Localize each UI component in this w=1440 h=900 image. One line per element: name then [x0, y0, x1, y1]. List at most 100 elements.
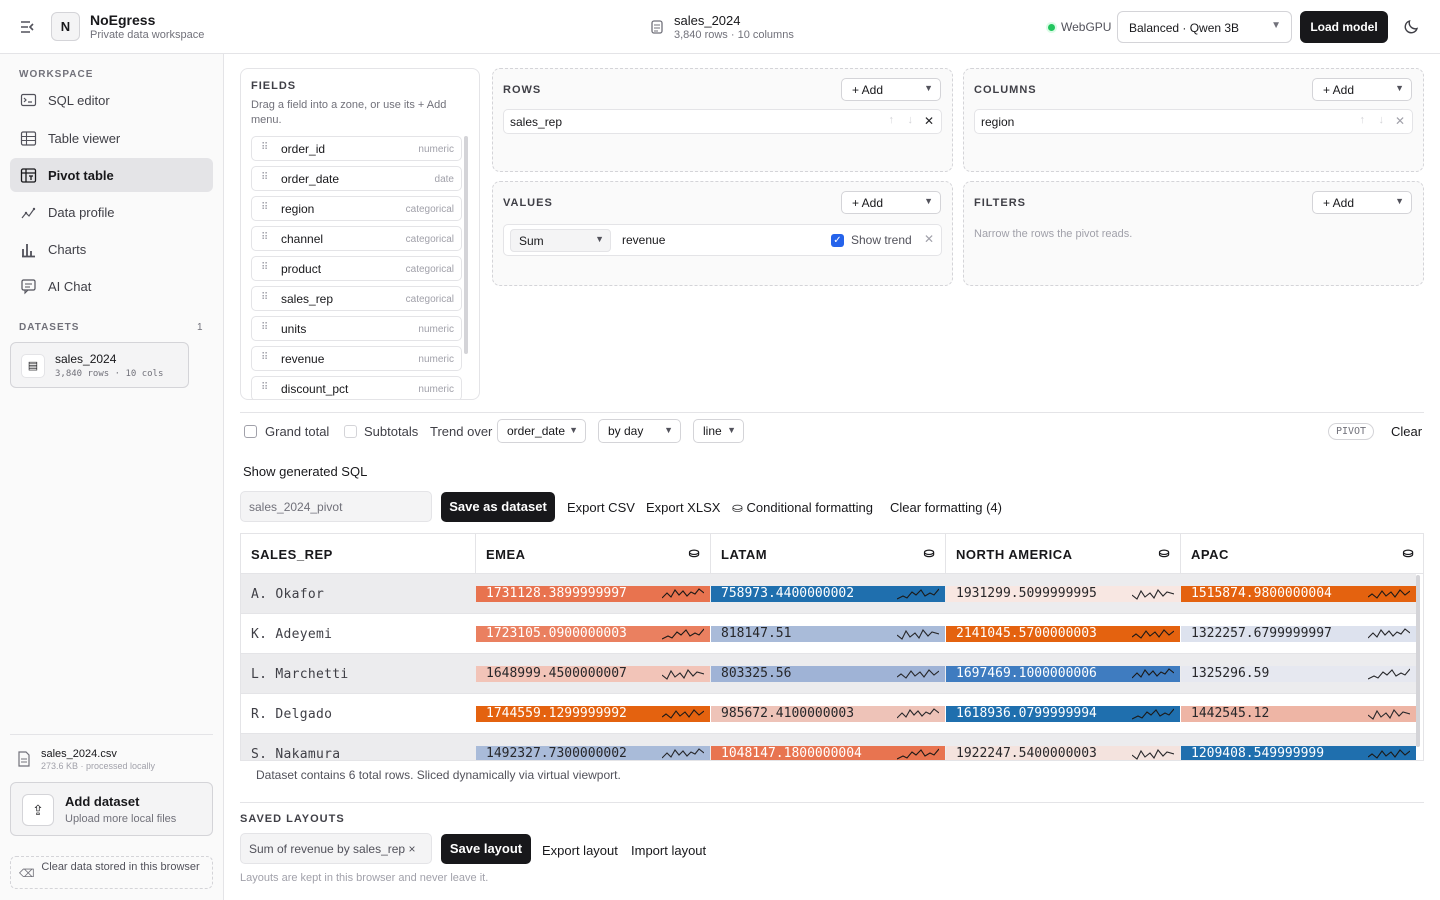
paint-bucket-icon: ⛀ — [732, 500, 743, 515]
layout-chip[interactable]: Sum of revenue by sales_rep × — [240, 833, 432, 864]
pivot-cell[interactable]: 1618936.0799999994 — [946, 706, 1180, 722]
field-sales-rep[interactable]: ⠿ sales_rep categorical — [251, 286, 462, 311]
clear-formatting-button[interactable]: Clear formatting (4) — [890, 500, 1002, 515]
show-sql-toggle[interactable]: Show generated SQL — [243, 464, 367, 479]
table-row: R. Delgado 1744559.1299999992 985672.41000… — [241, 694, 1416, 734]
pivot-cell[interactable]: 1325296.59 — [1181, 666, 1416, 682]
pivot-cell[interactable]: 2141045.5700000003 — [946, 626, 1180, 642]
export-xlsx-button[interactable]: Export XLSX — [646, 500, 720, 515]
subtotals-checkbox[interactable] — [344, 425, 357, 438]
pivot-cell[interactable]: 1723105.0900000003 — [476, 626, 710, 642]
field-order-id[interactable]: ⠿ order_id numeric — [251, 136, 462, 161]
drag-handle-icon[interactable]: ⠿ — [261, 262, 268, 273]
field-channel[interactable]: ⠿ channel categorical — [251, 226, 462, 251]
move-down-icon[interactable]: ↓ — [1379, 114, 1385, 126]
save-as-dataset-button[interactable]: Save as dataset — [441, 492, 555, 522]
pivot-cell[interactable]: 1931299.5099999995 — [946, 586, 1180, 602]
drag-handle-icon[interactable]: ⠿ — [261, 382, 268, 393]
paint-bucket-icon[interactable]: ⛀ — [689, 545, 700, 561]
pivot-cell[interactable]: 818147.51 — [711, 626, 945, 642]
clear-storage-button[interactable]: ⌫ Clear data stored in this browser — [10, 856, 213, 889]
paint-bucket-icon[interactable]: ⛀ — [924, 545, 935, 561]
drag-handle-icon[interactable]: ⠿ — [261, 292, 268, 303]
drag-handle-icon[interactable]: ⠿ — [261, 142, 268, 153]
field-order-date[interactable]: ⠿ order_date date — [251, 166, 462, 191]
pivot-cell[interactable]: 985672.4100000003 — [711, 706, 945, 722]
close-icon[interactable]: × — [408, 842, 415, 856]
filters-zone[interactable]: FILTERS + Add ▼ Narrow the rows the pivot… — [963, 181, 1424, 286]
pivot-cell[interactable]: 1922247.5400000003 — [946, 746, 1180, 760]
move-up-icon[interactable]: ↑ — [889, 114, 895, 126]
sidebar-item-pivot-table[interactable]: Pivot table — [10, 158, 213, 192]
cell-value: 1648999.4500000007 — [486, 666, 627, 681]
sidebar-toggle-icon[interactable] — [18, 18, 38, 36]
field-revenue[interactable]: ⠿ revenue numeric — [251, 346, 462, 371]
sidebar-item-table-viewer[interactable]: Table viewer — [10, 121, 213, 155]
field-product[interactable]: ⠿ product categorical — [251, 256, 462, 281]
trend-style-select[interactable]: line ▼ — [693, 419, 744, 443]
pivot-cell[interactable]: 1048147.1800000004 — [711, 746, 945, 760]
pivot-cell[interactable]: 803325.56 — [711, 666, 945, 682]
drag-handle-icon[interactable]: ⠿ — [261, 172, 268, 183]
columns-chip-region[interactable]: region ↑ ↓ ✕ — [974, 109, 1413, 134]
sidebar-item-charts[interactable]: Charts — [10, 232, 213, 266]
import-layout-button[interactable]: Import layout — [631, 843, 706, 858]
pivot-cell[interactable]: 1492327.7300000002 — [476, 746, 710, 760]
add-dataset-button[interactable]: ⇪ Add dataset Upload more local files — [10, 782, 213, 836]
remove-icon[interactable]: ✕ — [924, 232, 934, 246]
remove-icon[interactable]: ✕ — [1395, 114, 1405, 128]
sparkline-icon — [897, 708, 939, 719]
pivot-cell[interactable]: 1322257.6799999997 — [1181, 626, 1416, 642]
move-down-icon[interactable]: ↓ — [908, 114, 914, 126]
pivot-cell[interactable]: 1209408.549999999 — [1181, 746, 1416, 760]
aggregation-select[interactable]: Sum ▼ — [510, 229, 611, 252]
drag-handle-icon[interactable]: ⠿ — [261, 352, 268, 363]
table-scrollbar[interactable] — [1416, 575, 1420, 747]
drag-handle-icon[interactable]: ⠿ — [261, 232, 268, 243]
conditional-formatting-button[interactable]: ⛀ Conditional formatting — [732, 500, 873, 516]
export-csv-button[interactable]: Export CSV — [567, 500, 635, 515]
field-discount-pct[interactable]: ⠿ discount_pct numeric — [251, 376, 462, 399]
rows-add-button[interactable]: + Add ▼ — [841, 78, 941, 101]
drag-handle-icon[interactable]: ⠿ — [261, 202, 268, 213]
values-chip-revenue[interactable]: Sum ▼ revenue ✓ Show trend ✕ — [503, 224, 942, 256]
load-model-button[interactable]: Load model — [1300, 11, 1388, 43]
model-select[interactable]: Balanced · Qwen 3B ▼ — [1117, 11, 1292, 43]
pivot-cell[interactable]: 1648999.4500000007 — [476, 666, 710, 682]
cell-value: 1744559.1299999992 — [486, 706, 627, 721]
field-units[interactable]: ⠿ units numeric — [251, 316, 462, 341]
values-add-button[interactable]: + Add ▼ — [841, 191, 941, 214]
fields-scrollbar[interactable] — [464, 136, 468, 354]
save-layout-button[interactable]: Save layout — [441, 834, 531, 864]
pivot-cell[interactable]: 1515874.9800000004 — [1181, 586, 1416, 602]
show-trend-checkbox[interactable]: ✓ — [831, 234, 844, 247]
pivot-cell[interactable]: 1744559.1299999992 — [476, 706, 710, 722]
clear-pivot-button[interactable]: Clear — [1391, 424, 1422, 439]
field-region[interactable]: ⠿ region categorical — [251, 196, 462, 221]
dataset-name-input[interactable]: sales_2024_pivot — [240, 491, 432, 522]
values-zone[interactable]: VALUES + Add ▼ Sum ▼ revenue ✓ Show trend … — [492, 181, 953, 286]
drag-handle-icon[interactable]: ⠿ — [261, 322, 268, 333]
paint-bucket-icon[interactable]: ⛀ — [1403, 545, 1414, 561]
move-up-icon[interactable]: ↑ — [1360, 114, 1366, 126]
paint-bucket-icon[interactable]: ⛀ — [1159, 545, 1170, 561]
rows-zone[interactable]: ROWS + Add ▼ sales_rep ↑ ↓ ✕ — [492, 68, 953, 172]
grand-total-checkbox[interactable] — [244, 425, 257, 438]
pivot-cell[interactable]: 1697469.1000000006 — [946, 666, 1180, 682]
pivot-cell[interactable]: 1731128.3899999997 — [476, 586, 710, 602]
sidebar-item-ai-chat[interactable]: AI Chat — [10, 269, 213, 303]
sidebar-item-sql-editor[interactable]: SQL editor — [10, 83, 213, 117]
trend-field-select[interactable]: order_date ▼ — [497, 419, 586, 443]
rows-chip-sales-rep[interactable]: sales_rep ↑ ↓ ✕ — [503, 109, 942, 134]
export-layout-button[interactable]: Export layout — [542, 843, 618, 858]
theme-toggle-icon[interactable] — [1403, 17, 1421, 35]
trend-period-select[interactable]: by day ▼ — [598, 419, 681, 443]
filters-add-button[interactable]: + Add ▼ — [1312, 191, 1412, 214]
dataset-card[interactable]: ▤ sales_2024 3,840 rows · 10 cols — [10, 342, 189, 388]
columns-zone[interactable]: COLUMNS + Add ▼ region ↑ ↓ ✕ — [963, 68, 1424, 172]
remove-icon[interactable]: ✕ — [924, 114, 934, 128]
pivot-cell[interactable]: 1442545.12 — [1181, 706, 1416, 722]
columns-add-button[interactable]: + Add ▼ — [1312, 78, 1412, 101]
sidebar-item-data-profile[interactable]: Data profile — [10, 195, 213, 229]
pivot-cell[interactable]: 758973.4400000002 — [711, 586, 945, 602]
